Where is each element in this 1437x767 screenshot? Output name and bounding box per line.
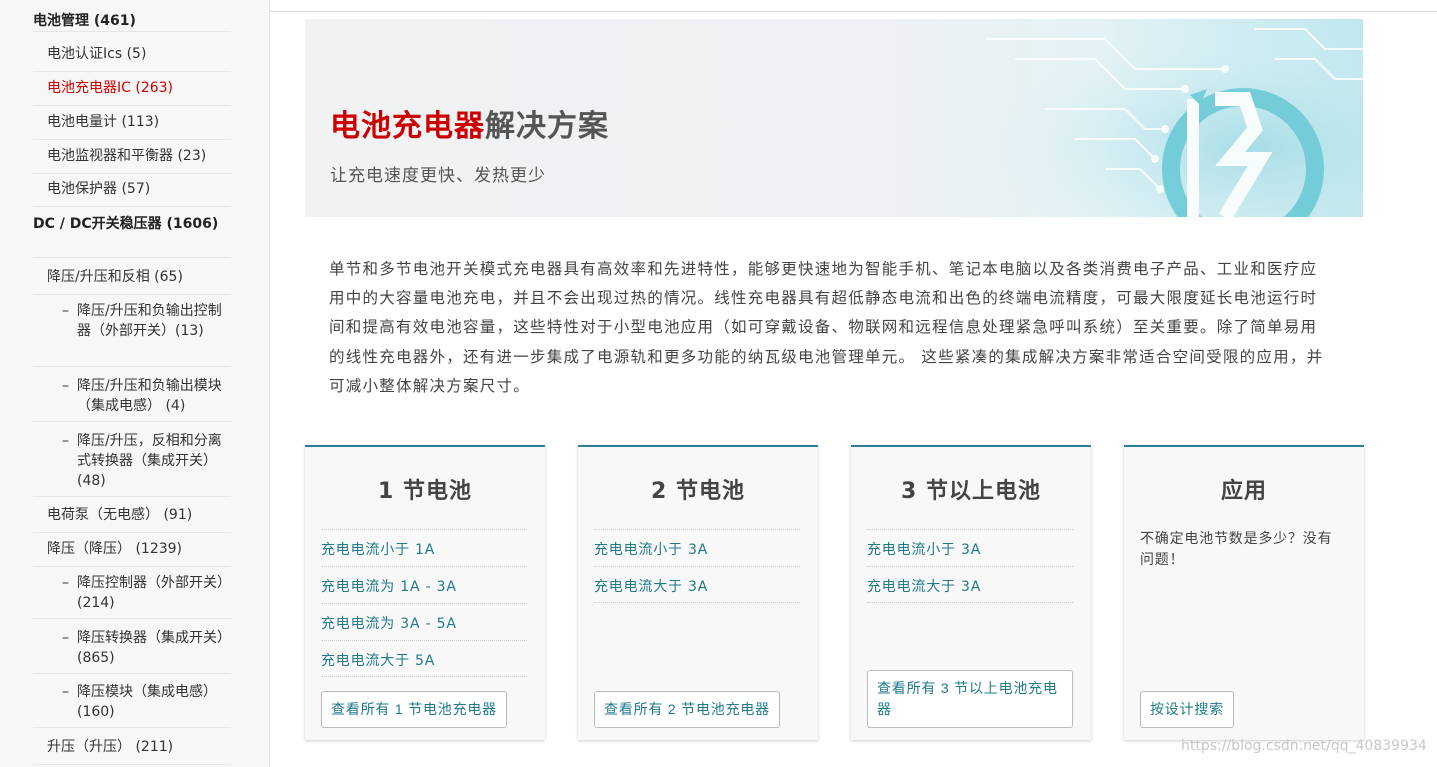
card-applications: 应用 不确定电池节数是多少？没有问题！ 按设计搜索 (1124, 445, 1364, 740)
sidebar-item-label: 降压/升压，反相和分离式转换器（集成开关） (48) (77, 433, 222, 489)
search-by-design-button[interactable]: 按设计搜索 (1140, 691, 1234, 728)
hero-banner: 电池充电器解决方案 让充电速度更快、发热更少 (305, 19, 1363, 217)
sidebar-item-battery-auth[interactable]: 电池认证Ics (5) (33, 44, 231, 72)
sidebar-item-label: 降压转换器（集成开关） (865) (77, 630, 231, 666)
sidebar-item-buck-module[interactable]: – 降压模块（集成电感） (160) (33, 682, 231, 728)
sidebar-item-protector[interactable]: 电池保护器 (57) (33, 179, 231, 207)
sidebar-item-label: 降压/升压和反相 (65) (47, 269, 183, 285)
sidebar-item-label: 降压/升压和负输出控制器（外部开关）(13) (77, 303, 222, 339)
sidebar-item-dcdc[interactable]: DC / DC开关稳压器 (1606) (33, 214, 231, 258)
sub-item-dash: – (62, 684, 69, 700)
watermark: https://blog.csdn.net/qq_40839934 (1181, 738, 1427, 754)
sub-item-dash: – (62, 378, 69, 394)
card-title: 2 节电池 (651, 479, 745, 504)
sidebar-item-label: 降压（降压） (1239) (47, 541, 183, 557)
view-all-3cell-button[interactable]: 查看所有 3 节以上电池充电器 (867, 670, 1073, 728)
top-divider (262, 11, 1437, 12)
sidebar-item-label: 电池管理 (461) (33, 13, 136, 29)
sidebar-item-buck-boost-inverting[interactable]: 降压/升压和反相 (65) (33, 267, 231, 295)
sidebar-item-label: 电池认证Ics (5) (47, 46, 147, 62)
card-2-cell: 2 节电池 充电电流小于 3A 充电电流大于 3A 查看所有 2 节电池充电器 (578, 445, 818, 740)
sub-item-dash: – (62, 433, 69, 449)
sidebar-item-label: 电池电量计 (113) (47, 114, 160, 130)
page-title-rest: 解决方案 (485, 109, 609, 144)
view-all-1cell-button[interactable]: 查看所有 1 节电池充电器 (321, 691, 507, 728)
sidebar-item-charge-pump[interactable]: 电荷泵（无电感） (91) (33, 505, 231, 533)
link-1cell-3a-5a[interactable]: 充电电流为 3A - 5A (321, 603, 527, 640)
link-1cell-above-5a[interactable]: 充电电流大于 5A (321, 640, 527, 677)
circuit-logo-icon (925, 19, 1363, 217)
sidebar-item-buck[interactable]: 降压（降压） (1239) (33, 539, 231, 567)
link-1cell-below-1a[interactable]: 充电电流小于 1A (321, 529, 527, 566)
sidebar-item-label: 电池充电器IC (263) (47, 80, 173, 96)
sub-item-dash: – (62, 575, 69, 591)
card-3plus-cell: 3 节以上电池 充电电流小于 3A 充电电流大于 3A 查看所有 3 节以上电池… (851, 445, 1091, 740)
sidebar-item-buck-controller[interactable]: – 降压控制器（外部开关） (214) (33, 573, 231, 619)
link-2cell-below-3a[interactable]: 充电电流小于 3A (594, 529, 800, 566)
intro-paragraph: 单节和多节电池开关模式充电器具有高效率和先进特性，能够更快速地为智能手机、笔记本… (329, 260, 1324, 395)
sub-item-dash: – (62, 303, 69, 319)
link-3cell-above-3a[interactable]: 充电电流大于 3A (867, 566, 1073, 603)
page-title: 电池充电器解决方案 (330, 101, 609, 145)
sidebar-item-label: 电池保护器 (57) (47, 181, 151, 197)
page-title-highlight: 电池充电器 (330, 109, 485, 144)
sidebar-item-buck-converter[interactable]: – 降压转换器（集成开关） (865) (33, 628, 231, 674)
sidebar-item-label: DC / DC开关稳压器 (1606) (33, 216, 219, 232)
card-title: 3 节以上电池 (901, 479, 1041, 504)
sidebar-item-label: 电荷泵（无电感） (91) (47, 507, 193, 523)
card-description: 不确定电池节数是多少？没有问题！ (1140, 531, 1333, 568)
link-3cell-below-3a[interactable]: 充电电流小于 3A (867, 529, 1073, 566)
sidebar-item-label: 降压/升压和负输出模块（集成电感） (4) (77, 378, 222, 414)
view-all-2cell-button[interactable]: 查看所有 2 节电池充电器 (594, 691, 780, 728)
page-subtitle: 让充电速度更快、发热更少 (330, 166, 546, 186)
sidebar-item-buck-boost-converter[interactable]: – 降压/升压，反相和分离式转换器（集成开关） (48) (33, 431, 231, 497)
sub-item-dash: – (62, 630, 69, 646)
category-sidebar: 电池管理 (461) 电池认证Ics (5) 电池充电器IC (263) 电池电… (0, 0, 270, 767)
link-1cell-1a-3a[interactable]: 充电电流为 1A - 3A (321, 566, 527, 603)
sidebar-item-label: 降压模块（集成电感） (160) (77, 684, 217, 720)
sidebar-item-fuel-gauge[interactable]: 电池电量计 (113) (33, 112, 231, 140)
sidebar-item-battery-charger[interactable]: 电池充电器IC (263) (33, 78, 231, 106)
sidebar-item-label: 电池监视器和平衡器 (23) (47, 148, 207, 164)
sidebar-item-buck-boost-module[interactable]: – 降压/升压和负输出模块（集成电感） (4) (33, 376, 231, 422)
card-1-cell: 1 节电池 充电电流小于 1A 充电电流为 1A - 3A 充电电流为 3A -… (305, 445, 545, 740)
sidebar-item-label: 降压控制器（外部开关） (214) (77, 575, 231, 611)
sidebar-item-monitor-balancer[interactable]: 电池监视器和平衡器 (23) (33, 146, 231, 174)
link-2cell-above-3a[interactable]: 充电电流大于 3A (594, 566, 800, 603)
sidebar-item-label: 升压（升压） (211) (47, 739, 174, 755)
card-title: 应用 (1220, 479, 1267, 504)
sidebar-item-battery-management[interactable]: 电池管理 (461) (33, 11, 231, 32)
sidebar-item-boost[interactable]: 升压（升压） (211) (33, 737, 231, 765)
card-title: 1 节电池 (378, 479, 472, 504)
sidebar-item-buck-boost-controller[interactable]: – 降压/升压和负输出控制器（外部开关）(13) (33, 301, 231, 367)
